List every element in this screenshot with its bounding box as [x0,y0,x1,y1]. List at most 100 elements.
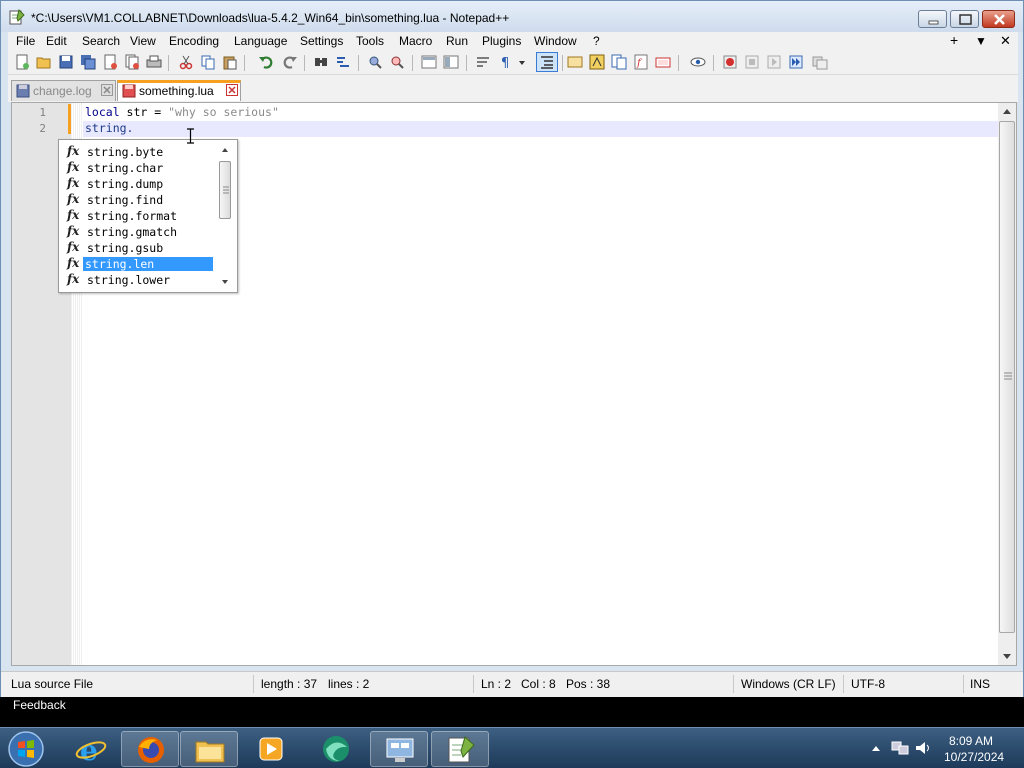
undo-icon[interactable] [258,54,274,70]
tab-list-dropdown-icon[interactable]: ▼ [975,34,987,48]
sync-horizontal-icon[interactable] [443,54,459,70]
macro-record-icon[interactable] [722,54,738,70]
code-line-1[interactable]: local str = "why so serious" [85,105,279,119]
show-all-chars-icon[interactable]: ¶ [497,54,513,70]
new-tab-plus-icon[interactable]: + [950,32,958,48]
function-list-icon[interactable]: f [633,54,649,70]
menu-search[interactable]: Search [82,34,120,48]
menu-edit[interactable]: Edit [46,34,67,48]
redo-icon[interactable] [282,54,298,70]
show-chars-dropdown-icon[interactable] [517,54,527,70]
code-text: str = [119,105,169,119]
cut-icon[interactable] [178,54,194,70]
scrollbar-thumb[interactable] [219,161,231,219]
clock-date[interactable]: 10/27/2024 [944,750,1004,764]
close-all-icon[interactable] [124,54,140,70]
scroll-down-arrow-icon[interactable] [998,648,1016,665]
encoding[interactable]: UTF-8 [851,677,885,691]
tab-close-icon[interactable] [101,84,113,96]
find-icon[interactable] [313,54,329,70]
paste-icon[interactable] [222,54,238,70]
doc-map-icon[interactable] [589,54,605,70]
folder-workspace-icon[interactable] [655,54,671,70]
macro-stop-icon[interactable] [744,54,760,70]
taskbar-media-player[interactable] [242,731,300,767]
menu-view[interactable]: View [130,34,156,48]
network-icon[interactable] [891,740,909,756]
autocomplete-item[interactable]: fx string.gmatch [59,224,215,240]
copy-icon[interactable] [200,54,216,70]
autocomplete-popup[interactable]: fx string.byte fx string.char fx string.dum… [58,139,238,293]
scroll-up-arrow-icon[interactable] [998,103,1016,120]
start-button-icon[interactable] [6,730,46,768]
menu-plugins[interactable]: Plugins [482,34,521,48]
autocomplete-label: string.format [87,209,178,223]
tab-close-icon[interactable] [226,84,238,96]
define-language-icon[interactable] [567,54,583,70]
restore-button[interactable] [950,10,979,28]
taskbar-remote-desktop[interactable] [370,731,428,767]
title-bar[interactable]: *C:\Users\VM1.COLLABNET\Downloads\lua-5.… [1,1,1023,32]
sync-vertical-icon[interactable] [421,54,437,70]
toolbar: ¶ f [8,51,1018,75]
vertical-scrollbar[interactable] [998,103,1016,665]
tab-something-lua[interactable]: something.lua [117,80,241,101]
insert-mode[interactable]: INS [970,677,990,691]
taskbar-file-explorer[interactable] [180,731,238,767]
volume-icon[interactable] [914,740,932,756]
close-window-button[interactable] [982,10,1015,28]
tab-change-log[interactable]: change.log [11,80,116,101]
indent-guide-icon[interactable] [536,52,558,72]
document-list-icon[interactable] [611,54,627,70]
menu-run[interactable]: Run [446,34,468,48]
taskbar-browser[interactable] [307,731,365,767]
browser-icon [323,736,349,762]
eol-format[interactable]: Windows (CR LF) [741,677,836,691]
menu-tools[interactable]: Tools [356,34,384,48]
open-file-icon[interactable] [36,54,52,70]
menu-macro[interactable]: Macro [399,34,432,48]
menu-window[interactable]: Window [534,34,577,48]
autocomplete-scrollbar[interactable] [218,143,232,289]
zoom-in-icon[interactable] [367,54,383,70]
zoom-out-icon[interactable] [389,54,405,70]
autocomplete-item[interactable]: fx string.find [59,192,215,208]
macro-run-multiple-icon[interactable] [788,54,804,70]
menu-encoding[interactable]: Encoding [169,34,219,48]
clock-time[interactable]: 8:09 AM [949,734,993,748]
save-icon[interactable] [58,54,74,70]
close-document-icon[interactable]: ✕ [1000,33,1011,49]
scroll-down-arrow-icon[interactable] [220,277,230,287]
print-icon[interactable] [146,54,162,70]
minimize-button[interactable] [918,10,947,28]
menu-settings[interactable]: Settings [300,34,343,48]
toolbar-separator [168,55,169,71]
replace-icon[interactable] [335,54,351,70]
word-wrap-icon[interactable] [475,54,491,70]
scroll-up-arrow-icon[interactable] [220,145,230,155]
monitoring-eye-icon[interactable] [690,54,706,70]
new-file-icon[interactable] [14,54,30,70]
macro-play-icon[interactable] [766,54,782,70]
menu-file[interactable]: File [16,34,35,48]
autocomplete-item[interactable]: fx string.dump [59,176,215,192]
close-file-icon[interactable] [102,54,118,70]
macro-save-icon[interactable] [812,54,828,70]
menu-help[interactable]: ? [593,34,600,48]
taskbar-notepad-plus-plus[interactable] [431,731,489,767]
autocomplete-item[interactable]: fx string.lower [59,272,215,288]
autocomplete-item[interactable]: fx string.byte [59,144,215,160]
autocomplete-item[interactable]: fx string.format [59,208,215,224]
toolbar-separator [678,55,679,71]
taskbar-internet-explorer[interactable]: e [62,731,120,767]
show-hidden-icons-icon[interactable] [871,744,881,752]
autocomplete-item[interactable]: fx string.gsub [59,240,215,256]
autocomplete-item-selected[interactable]: fx string.len [59,256,215,272]
code-line-2[interactable]: string. [85,121,133,135]
feedback-link[interactable]: Feedback [13,698,66,712]
autocomplete-item[interactable]: fx string.char [59,160,215,176]
save-all-icon[interactable] [80,54,96,70]
menu-language[interactable]: Language [234,34,287,48]
scrollbar-thumb[interactable] [999,121,1015,633]
taskbar-firefox[interactable] [121,731,179,767]
